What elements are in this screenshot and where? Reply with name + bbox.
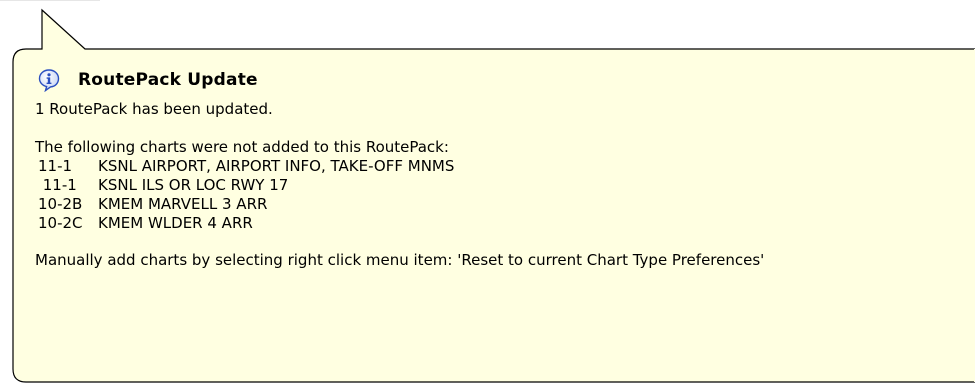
chart-list-item: 11-1 KSNL AIRPORT, AIRPORT INFO, TAKE-OFF… xyxy=(35,157,965,176)
chart-description: KMEM MARVELL 3 ARR xyxy=(98,195,268,213)
balloon-content: RoutePack Update 1 RoutePack has been up… xyxy=(35,68,965,270)
info-icon xyxy=(38,69,60,92)
chart-code: 11-1 xyxy=(38,157,73,175)
instruction-text: Manually add charts by selecting right c… xyxy=(35,251,765,269)
chart-list-item: 10-2C KMEM WLDER 4 ARR xyxy=(35,214,965,233)
chart-description: KMEM WLDER 4 ARR xyxy=(98,214,253,232)
chart-code: 10-2C xyxy=(38,214,83,232)
chart-code: 10-2B xyxy=(38,195,83,213)
chart-list-item: 10-2B KMEM MARVELL 3 ARR xyxy=(35,195,965,214)
balloon-header: RoutePack Update xyxy=(35,68,965,92)
summary-text: 1 RoutePack has been updated. xyxy=(35,100,273,118)
chart-description: KSNL AIRPORT, AIRPORT INFO, TAKE-OFF MNM… xyxy=(98,157,455,175)
balloon-title: RoutePack Update xyxy=(78,69,258,90)
chart-description: KSNL ILS OR LOC RWY 17 xyxy=(98,176,289,194)
chart-list-item: 11-1 KSNL ILS OR LOC RWY 17 xyxy=(35,176,965,195)
chart-code: 11-1 xyxy=(38,176,77,194)
not-added-intro: The following charts were not added to t… xyxy=(35,138,449,156)
